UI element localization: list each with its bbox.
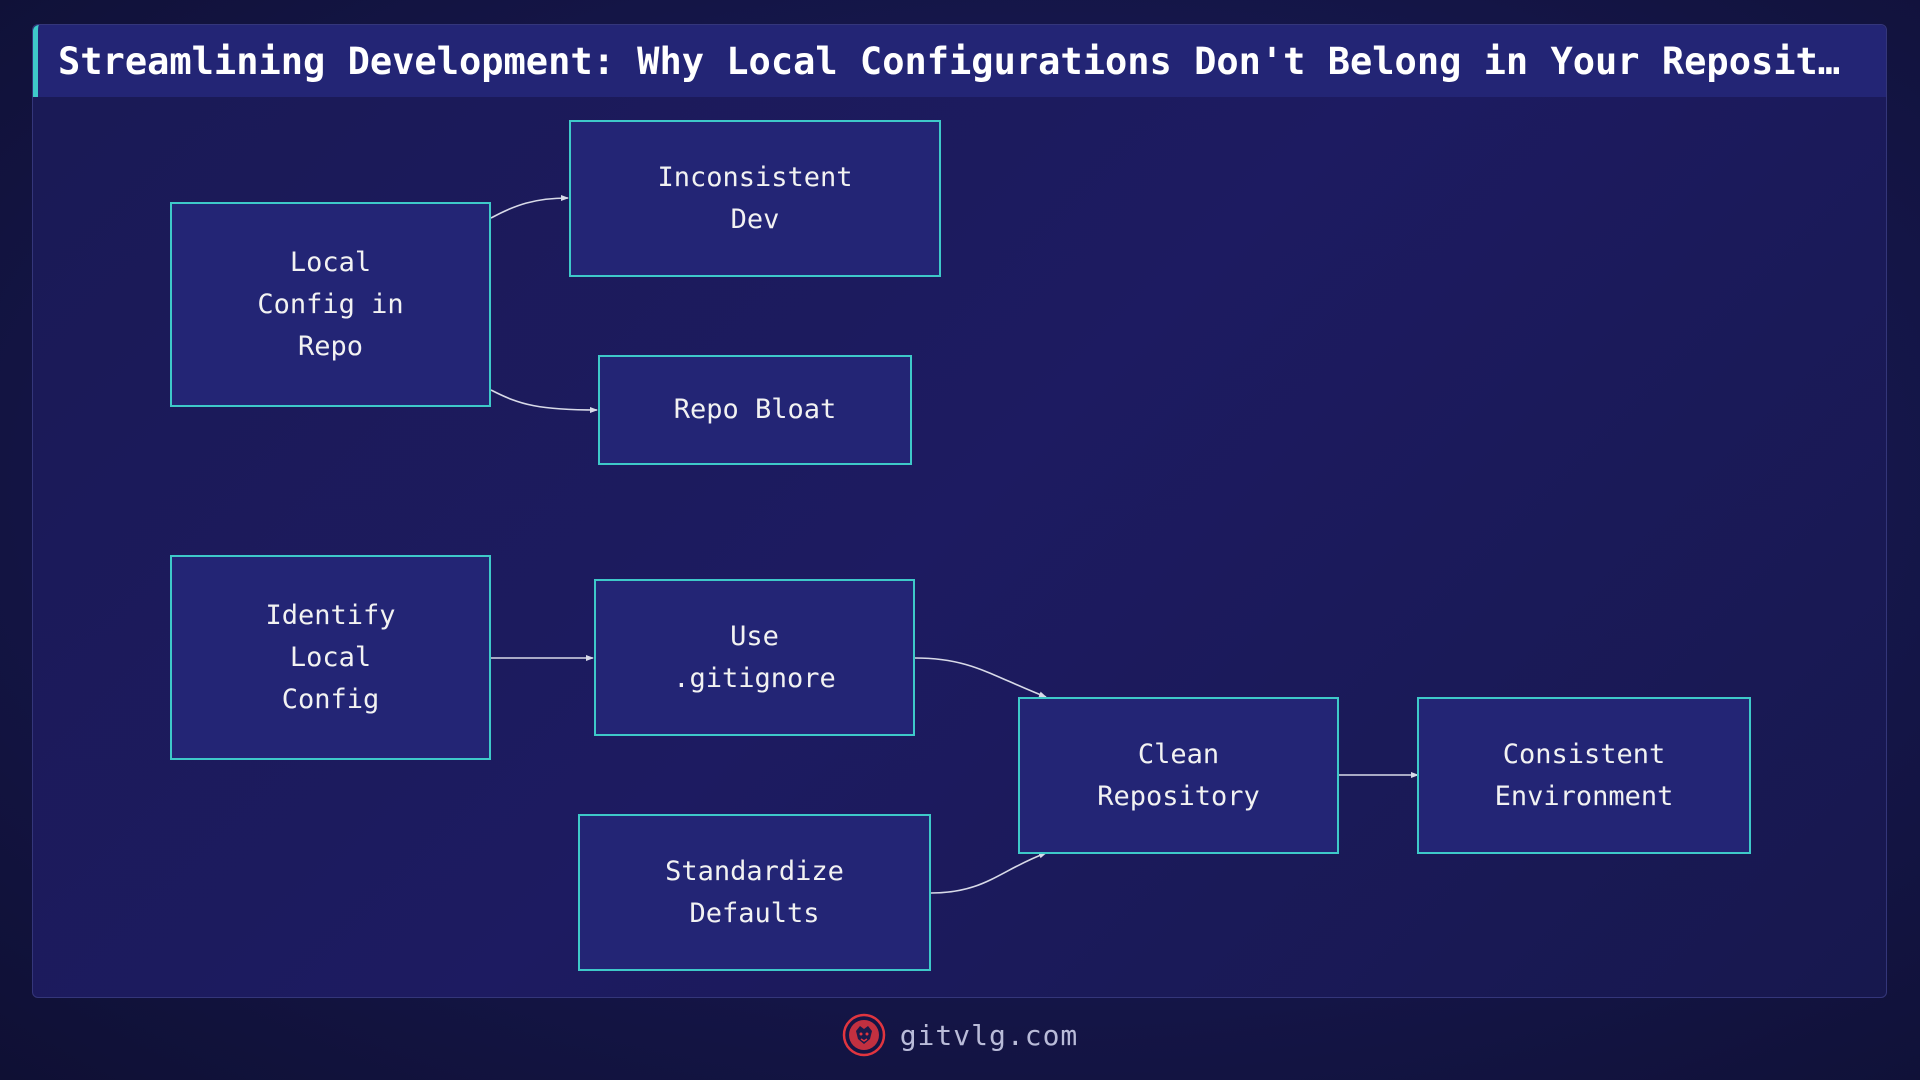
node-label: Use .gitignore — [673, 620, 836, 694]
node-repo-bloat: Repo Bloat — [598, 355, 912, 465]
footer: gitvlg.com — [0, 1010, 1920, 1060]
page-title: Streamlining Development: Why Local Conf… — [58, 39, 1841, 83]
node-label: Local Config in Repo — [257, 246, 404, 362]
title-bar: Streamlining Development: Why Local Conf… — [33, 25, 1886, 97]
node-label: Identify Local Config — [265, 599, 396, 715]
lion-head-icon — [842, 1013, 885, 1057]
node-clean-repository: Clean Repository — [1018, 697, 1339, 854]
footer-site-link[interactable]: gitvlg.com — [900, 1019, 1079, 1052]
node-label: Repo Bloat — [673, 394, 837, 425]
node-standardize-defaults: Standardize Defaults — [578, 814, 931, 971]
node-consistent-environment: Consistent Environment — [1417, 697, 1751, 854]
node-label: Consistent Environment — [1494, 738, 1674, 812]
node-local-config-in-repo: Local Config in Repo — [170, 202, 491, 407]
node-identify-local-config: Identify Local Config — [170, 555, 491, 760]
node-label: Inconsistent Dev — [657, 161, 853, 235]
page: Streamlining Development: Why Local Conf… — [0, 0, 1920, 1080]
node-label: Standardize Defaults — [665, 855, 844, 929]
node-inconsistent-dev: Inconsistent Dev — [569, 120, 941, 277]
node-use-gitignore: Use .gitignore — [594, 579, 915, 736]
node-label: Clean Repository — [1097, 738, 1260, 812]
